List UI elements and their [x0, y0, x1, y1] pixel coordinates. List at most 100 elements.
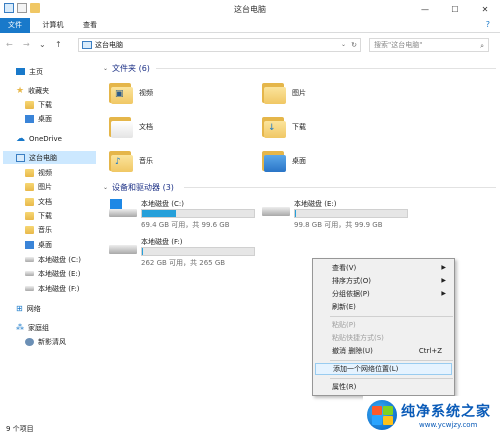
menu-item-view[interactable]: 查看(V) ▶ — [315, 262, 452, 274]
refresh-icon[interactable]: ↻ — [351, 39, 357, 51]
search-input[interactable]: 搜索"这台电脑" ⌕ — [369, 38, 489, 52]
recent-locations-button[interactable]: ⌄ — [39, 40, 46, 49]
folder-label: 文档 — [139, 123, 153, 131]
watermark-url: www.ycwjzy.com — [419, 421, 478, 429]
folders-section-header[interactable]: ⌄ 文件夹 (6) — [103, 63, 150, 74]
drive-free-space: 262 GB 可用，共 265 GB — [141, 259, 226, 267]
drive-icon — [25, 257, 34, 262]
folder-label: 视频 — [139, 89, 153, 97]
up-button[interactable]: ↑ — [55, 40, 62, 49]
menu-label: 粘贴快捷方式(S) — [332, 334, 384, 342]
sidebar-item-label: 下载 — [38, 100, 52, 109]
folder-label: 音乐 — [139, 157, 153, 165]
menu-item-paste-shortcut[interactable]: 粘贴快捷方式(S) — [315, 332, 452, 344]
drive-usage-fill — [142, 210, 176, 217]
drive-name: 本地磁盘 (C:) — [141, 200, 184, 208]
title-bar: 这台电脑 — ☐ ✕ — [0, 0, 500, 18]
tab-file[interactable]: 文件 — [0, 18, 30, 33]
forward-button[interactable]: → — [23, 40, 30, 49]
videos-folder-icon: ▣ — [109, 80, 133, 106]
sidebar-item-label: 新影清风 — [38, 337, 66, 346]
navigation-pane: 主页 ★ 收藏夹 下载 桌面 ☁ OneDrive 这台电脑 视频 图片 文档 下载… — [0, 57, 97, 422]
folder-item-downloads[interactable]: ↓ 下载 — [262, 114, 306, 140]
menu-label: 刷新(E) — [332, 303, 356, 311]
sidebar-item-downloads[interactable]: 下载 — [25, 98, 52, 111]
documents-folder-icon — [25, 197, 34, 206]
back-button[interactable]: ← — [6, 40, 13, 49]
menu-separator — [330, 360, 453, 361]
sidebar-item-label: 本地磁盘 (E:) — [38, 269, 81, 278]
downloads-folder-icon — [25, 211, 34, 220]
folder-item-music[interactable]: ♪ 音乐 — [109, 148, 153, 174]
menu-item-undo-delete[interactable]: 撤消 删除(U) Ctrl+Z — [315, 345, 452, 357]
sidebar-item-music[interactable]: 音乐 — [25, 223, 52, 236]
sidebar-item-user[interactable]: 新影清风 — [25, 335, 66, 348]
computer-icon — [16, 153, 25, 162]
menu-item-sort[interactable]: 排序方式(O) ▶ — [315, 275, 452, 287]
chevron-down-icon[interactable]: ⌄ — [341, 39, 346, 51]
drive-free-space: 69.4 GB 可用，共 99.6 GB — [141, 221, 230, 229]
menu-label: 撤消 删除(U) — [332, 347, 373, 355]
address-bar[interactable]: 这台电脑 ⌄ ↻ — [78, 38, 361, 52]
sidebar-item-drive-c[interactable]: 本地磁盘 (C:) — [25, 253, 81, 266]
sidebar-item-pc-desktop[interactable]: 桌面 — [25, 238, 52, 251]
tab-view[interactable]: 查看 — [78, 18, 102, 33]
star-icon: ★ — [16, 85, 25, 96]
menu-item-refresh[interactable]: 刷新(E) — [315, 301, 452, 313]
address-text: 这台电脑 — [95, 41, 123, 49]
maximize-button[interactable]: ☐ — [440, 0, 470, 18]
sidebar-item-desktop[interactable]: 桌面 — [25, 112, 52, 125]
desktop-folder-icon — [262, 148, 286, 174]
menu-label: 添加一个网络位置(L) — [333, 365, 399, 373]
folder-item-documents[interactable]: 文档 — [109, 114, 153, 140]
sidebar-item-this-pc[interactable]: 这台电脑 — [3, 151, 96, 164]
sidebar-item-label: 下载 — [38, 211, 52, 220]
music-folder-icon: ♪ — [109, 148, 133, 174]
menu-item-paste[interactable]: 粘贴(P) — [315, 319, 452, 331]
pictures-folder-icon — [262, 80, 286, 106]
chevron-right-icon: ▶ — [441, 290, 446, 297]
sidebar-item-documents[interactable]: 文档 — [25, 195, 52, 208]
item-count: 9 个项目 — [6, 425, 34, 433]
search-icon[interactable]: ⌕ — [480, 40, 484, 52]
help-icon[interactable]: ? — [486, 20, 490, 29]
sidebar-item-drive-f[interactable]: 本地磁盘 (F:) — [25, 282, 80, 295]
sidebar-item-favorites[interactable]: ★ 收藏夹 — [16, 84, 49, 97]
sidebar-item-network[interactable]: ⊞ 网络 — [16, 302, 41, 315]
menu-item-properties[interactable]: 属性(R) — [315, 381, 452, 393]
sidebar-item-drive-e[interactable]: 本地磁盘 (E:) — [25, 267, 80, 280]
watermark: 纯净系统之家 www.ycwjzy.com — [363, 396, 500, 437]
sidebar-item-pc-downloads[interactable]: 下载 — [25, 209, 52, 222]
sidebar-item-videos[interactable]: 视频 — [25, 166, 52, 179]
user-icon — [25, 337, 34, 346]
sidebar-item-label: 视频 — [38, 168, 52, 177]
menu-item-add-network-location[interactable]: 添加一个网络位置(L) — [315, 363, 452, 375]
documents-folder-icon — [109, 114, 133, 140]
minimize-button[interactable]: — — [410, 0, 440, 18]
drives-section-header[interactable]: ⌄ 设备和驱动器 (3) — [103, 182, 174, 193]
menu-item-group[interactable]: 分组依据(P) ▶ — [315, 288, 452, 300]
sidebar-item-home[interactable]: 主页 — [16, 65, 43, 78]
sidebar-item-onedrive[interactable]: ☁ OneDrive — [16, 132, 62, 145]
menu-label: 粘贴(P) — [332, 321, 356, 329]
close-button[interactable]: ✕ — [470, 0, 500, 18]
menu-label: 分组依据(P) — [332, 290, 370, 298]
sidebar-item-homegroup[interactable]: ⁂ 家庭组 — [16, 321, 49, 334]
context-menu: 查看(V) ▶ 排序方式(O) ▶ 分组依据(P) ▶ 刷新(E) 粘贴(P) 粘贴快… — [312, 258, 455, 396]
sidebar-item-label: 桌面 — [38, 240, 52, 249]
menu-label: 查看(V) — [332, 264, 357, 272]
drives-header-label: 设备和驱动器 (3) — [112, 183, 174, 192]
downloads-folder-icon: ↓ — [262, 114, 286, 140]
sidebar-item-label: 收藏夹 — [28, 86, 50, 95]
folder-item-pictures[interactable]: 图片 — [262, 80, 306, 106]
sidebar-item-label: 音乐 — [38, 225, 52, 234]
folder-item-videos[interactable]: ▣ 视频 — [109, 80, 153, 106]
drive-free-space: 99.8 GB 可用，共 99.9 GB — [294, 221, 383, 229]
home-icon — [16, 68, 25, 75]
sidebar-item-pictures[interactable]: 图片 — [25, 180, 52, 193]
tab-computer[interactable]: 计算机 — [36, 18, 70, 33]
folders-header-label: 文件夹 (6) — [112, 64, 150, 73]
drive-usage-bar — [141, 209, 255, 218]
menu-label: 排序方式(O) — [332, 277, 371, 285]
folder-item-desktop[interactable]: 桌面 — [262, 148, 306, 174]
